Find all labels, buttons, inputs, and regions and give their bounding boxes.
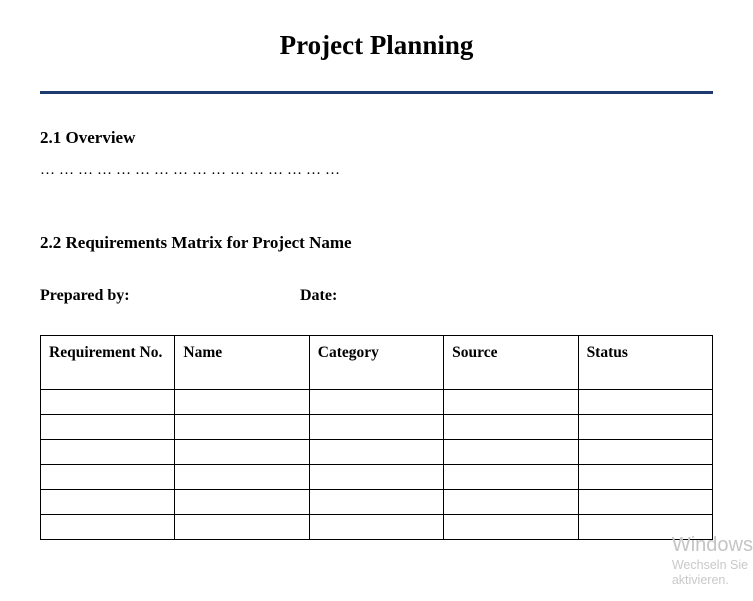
col-requirement-no: Requirement No. — [41, 336, 175, 390]
cell — [578, 415, 712, 440]
col-source: Source — [444, 336, 578, 390]
meta-row: Prepared by: Date: — [40, 287, 713, 305]
cell — [444, 390, 578, 415]
cell — [578, 390, 712, 415]
cell — [444, 515, 578, 540]
cell — [175, 440, 309, 465]
cell — [578, 440, 712, 465]
cell — [175, 390, 309, 415]
cell — [175, 490, 309, 515]
cell — [444, 490, 578, 515]
table-row — [41, 440, 713, 465]
cell — [175, 415, 309, 440]
table-body — [41, 390, 713, 540]
cell — [309, 465, 443, 490]
requirements-table: Requirement No. Name Category Source Sta… — [40, 335, 713, 540]
cell — [578, 465, 712, 490]
cell — [578, 490, 712, 515]
section-overview-heading: 2.1 Overview — [40, 128, 713, 148]
cell — [175, 465, 309, 490]
col-category: Category — [309, 336, 443, 390]
document-page: Project Planning 2.1 Overview …………………………… — [0, 0, 753, 560]
cell — [444, 440, 578, 465]
table-row — [41, 490, 713, 515]
cell — [444, 465, 578, 490]
cell — [41, 415, 175, 440]
cell — [309, 415, 443, 440]
cell — [41, 465, 175, 490]
title-divider — [40, 91, 713, 94]
overview-placeholder: ………………………………………… — [40, 162, 713, 179]
col-name: Name — [175, 336, 309, 390]
section-matrix-heading: 2.2 Requirements Matrix for Project Name — [40, 233, 713, 253]
prepared-by-label: Prepared by: — [40, 287, 300, 305]
cell — [175, 515, 309, 540]
cell — [578, 515, 712, 540]
cell — [41, 515, 175, 540]
col-status: Status — [578, 336, 712, 390]
cell — [41, 490, 175, 515]
cell — [444, 415, 578, 440]
cell — [41, 390, 175, 415]
table-row — [41, 465, 713, 490]
cell — [309, 440, 443, 465]
table-row — [41, 415, 713, 440]
table-row — [41, 390, 713, 415]
cell — [41, 440, 175, 465]
cell — [309, 390, 443, 415]
watermark-line1: Wechseln Sie — [672, 558, 753, 574]
date-label: Date: — [300, 287, 337, 305]
cell — [309, 515, 443, 540]
page-title: Project Planning — [40, 30, 713, 61]
table-row — [41, 515, 713, 540]
table-header-row: Requirement No. Name Category Source Sta… — [41, 336, 713, 390]
cell — [309, 490, 443, 515]
watermark-line2: aktivieren. — [672, 573, 753, 589]
